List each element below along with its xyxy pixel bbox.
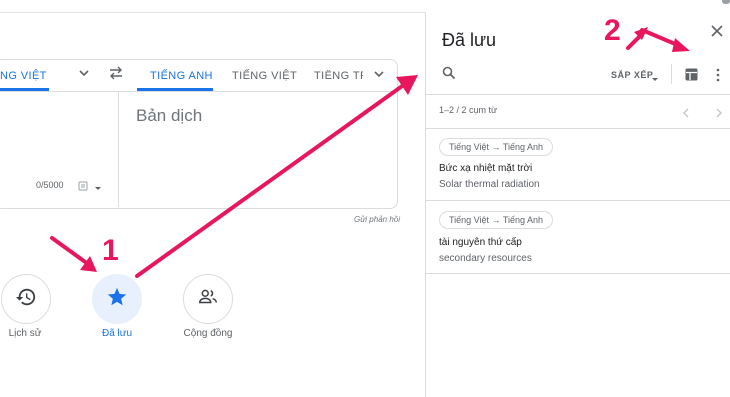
close-icon[interactable] bbox=[710, 24, 724, 43]
swap-languages-icon[interactable] bbox=[108, 66, 124, 85]
window-corner bbox=[722, 0, 730, 4]
send-feedback-link[interactable]: Gửi phản hồi bbox=[354, 215, 400, 224]
previous-page-icon[interactable] bbox=[682, 105, 690, 123]
panes-divider bbox=[118, 92, 119, 207]
community-icon bbox=[197, 286, 219, 313]
source-language-indicator bbox=[0, 88, 49, 91]
phrase-translation-text: Solar thermal radiation bbox=[439, 179, 540, 190]
history-icon bbox=[15, 286, 37, 313]
star-icon bbox=[106, 286, 128, 313]
saved-label[interactable]: Đã lưu bbox=[77, 328, 157, 339]
history-button[interactable] bbox=[1, 274, 51, 324]
target-language-dropdown-icon[interactable] bbox=[373, 68, 385, 83]
export-to-sheets-icon[interactable] bbox=[685, 68, 698, 86]
search-icon[interactable] bbox=[442, 66, 456, 85]
saved-panel-title: Đã lưu bbox=[442, 30, 497, 50]
language-bar-divider bbox=[0, 91, 396, 92]
target-language-tab-chinese[interactable]: TIẾNG TRU bbox=[314, 70, 363, 82]
toolbar-divider bbox=[671, 64, 672, 84]
sort-dropdown-icon[interactable] bbox=[651, 71, 659, 89]
language-pair-chip: Tiếng Việt → Tiếng Anh bbox=[439, 211, 554, 229]
translation-output: Bản dịch bbox=[136, 106, 203, 125]
target-language-tab-english[interactable]: TIẾNG ANH bbox=[150, 70, 213, 82]
phrase-translation-text: secondary resources bbox=[439, 253, 532, 264]
community-button[interactable] bbox=[183, 274, 233, 324]
target-language-tab-vietnamese[interactable]: TIẾNG VIỆT bbox=[232, 70, 297, 82]
target-language-indicator bbox=[137, 88, 213, 91]
community-label[interactable]: Cộng đồng bbox=[168, 328, 248, 339]
top-divider bbox=[0, 12, 425, 13]
results-range: 1–2 / 2 cụm từ bbox=[439, 105, 498, 115]
next-page-icon[interactable] bbox=[715, 105, 723, 123]
source-language-dropdown-icon[interactable] bbox=[78, 67, 90, 82]
phrase-source-text: Bức xạ nhiệt mặt trời bbox=[439, 163, 533, 174]
saved-button[interactable] bbox=[92, 274, 142, 324]
history-label[interactable]: Lịch sử bbox=[0, 328, 65, 339]
keyboard-icon[interactable] bbox=[78, 179, 88, 197]
list-divider bbox=[426, 273, 730, 274]
source-language-tab[interactable]: NG VIỆT bbox=[0, 70, 47, 82]
phrase-source-text: tài nguyên thứ cấp bbox=[439, 237, 522, 248]
annotation-number-1: 1 bbox=[102, 234, 119, 267]
annotation-arrow-to-saved bbox=[50, 236, 90, 266]
character-count: 0/5000 bbox=[36, 180, 64, 190]
sort-button[interactable]: SẮP XẾP bbox=[611, 70, 653, 80]
input-tools-dropdown-icon[interactable] bbox=[94, 180, 102, 198]
language-pair-chip: Tiếng Việt → Tiếng Anh bbox=[439, 138, 554, 156]
more-options-icon[interactable] bbox=[716, 68, 720, 87]
annotation-number-2: 2 bbox=[604, 14, 621, 47]
toolbar-bottom-divider bbox=[426, 94, 730, 95]
